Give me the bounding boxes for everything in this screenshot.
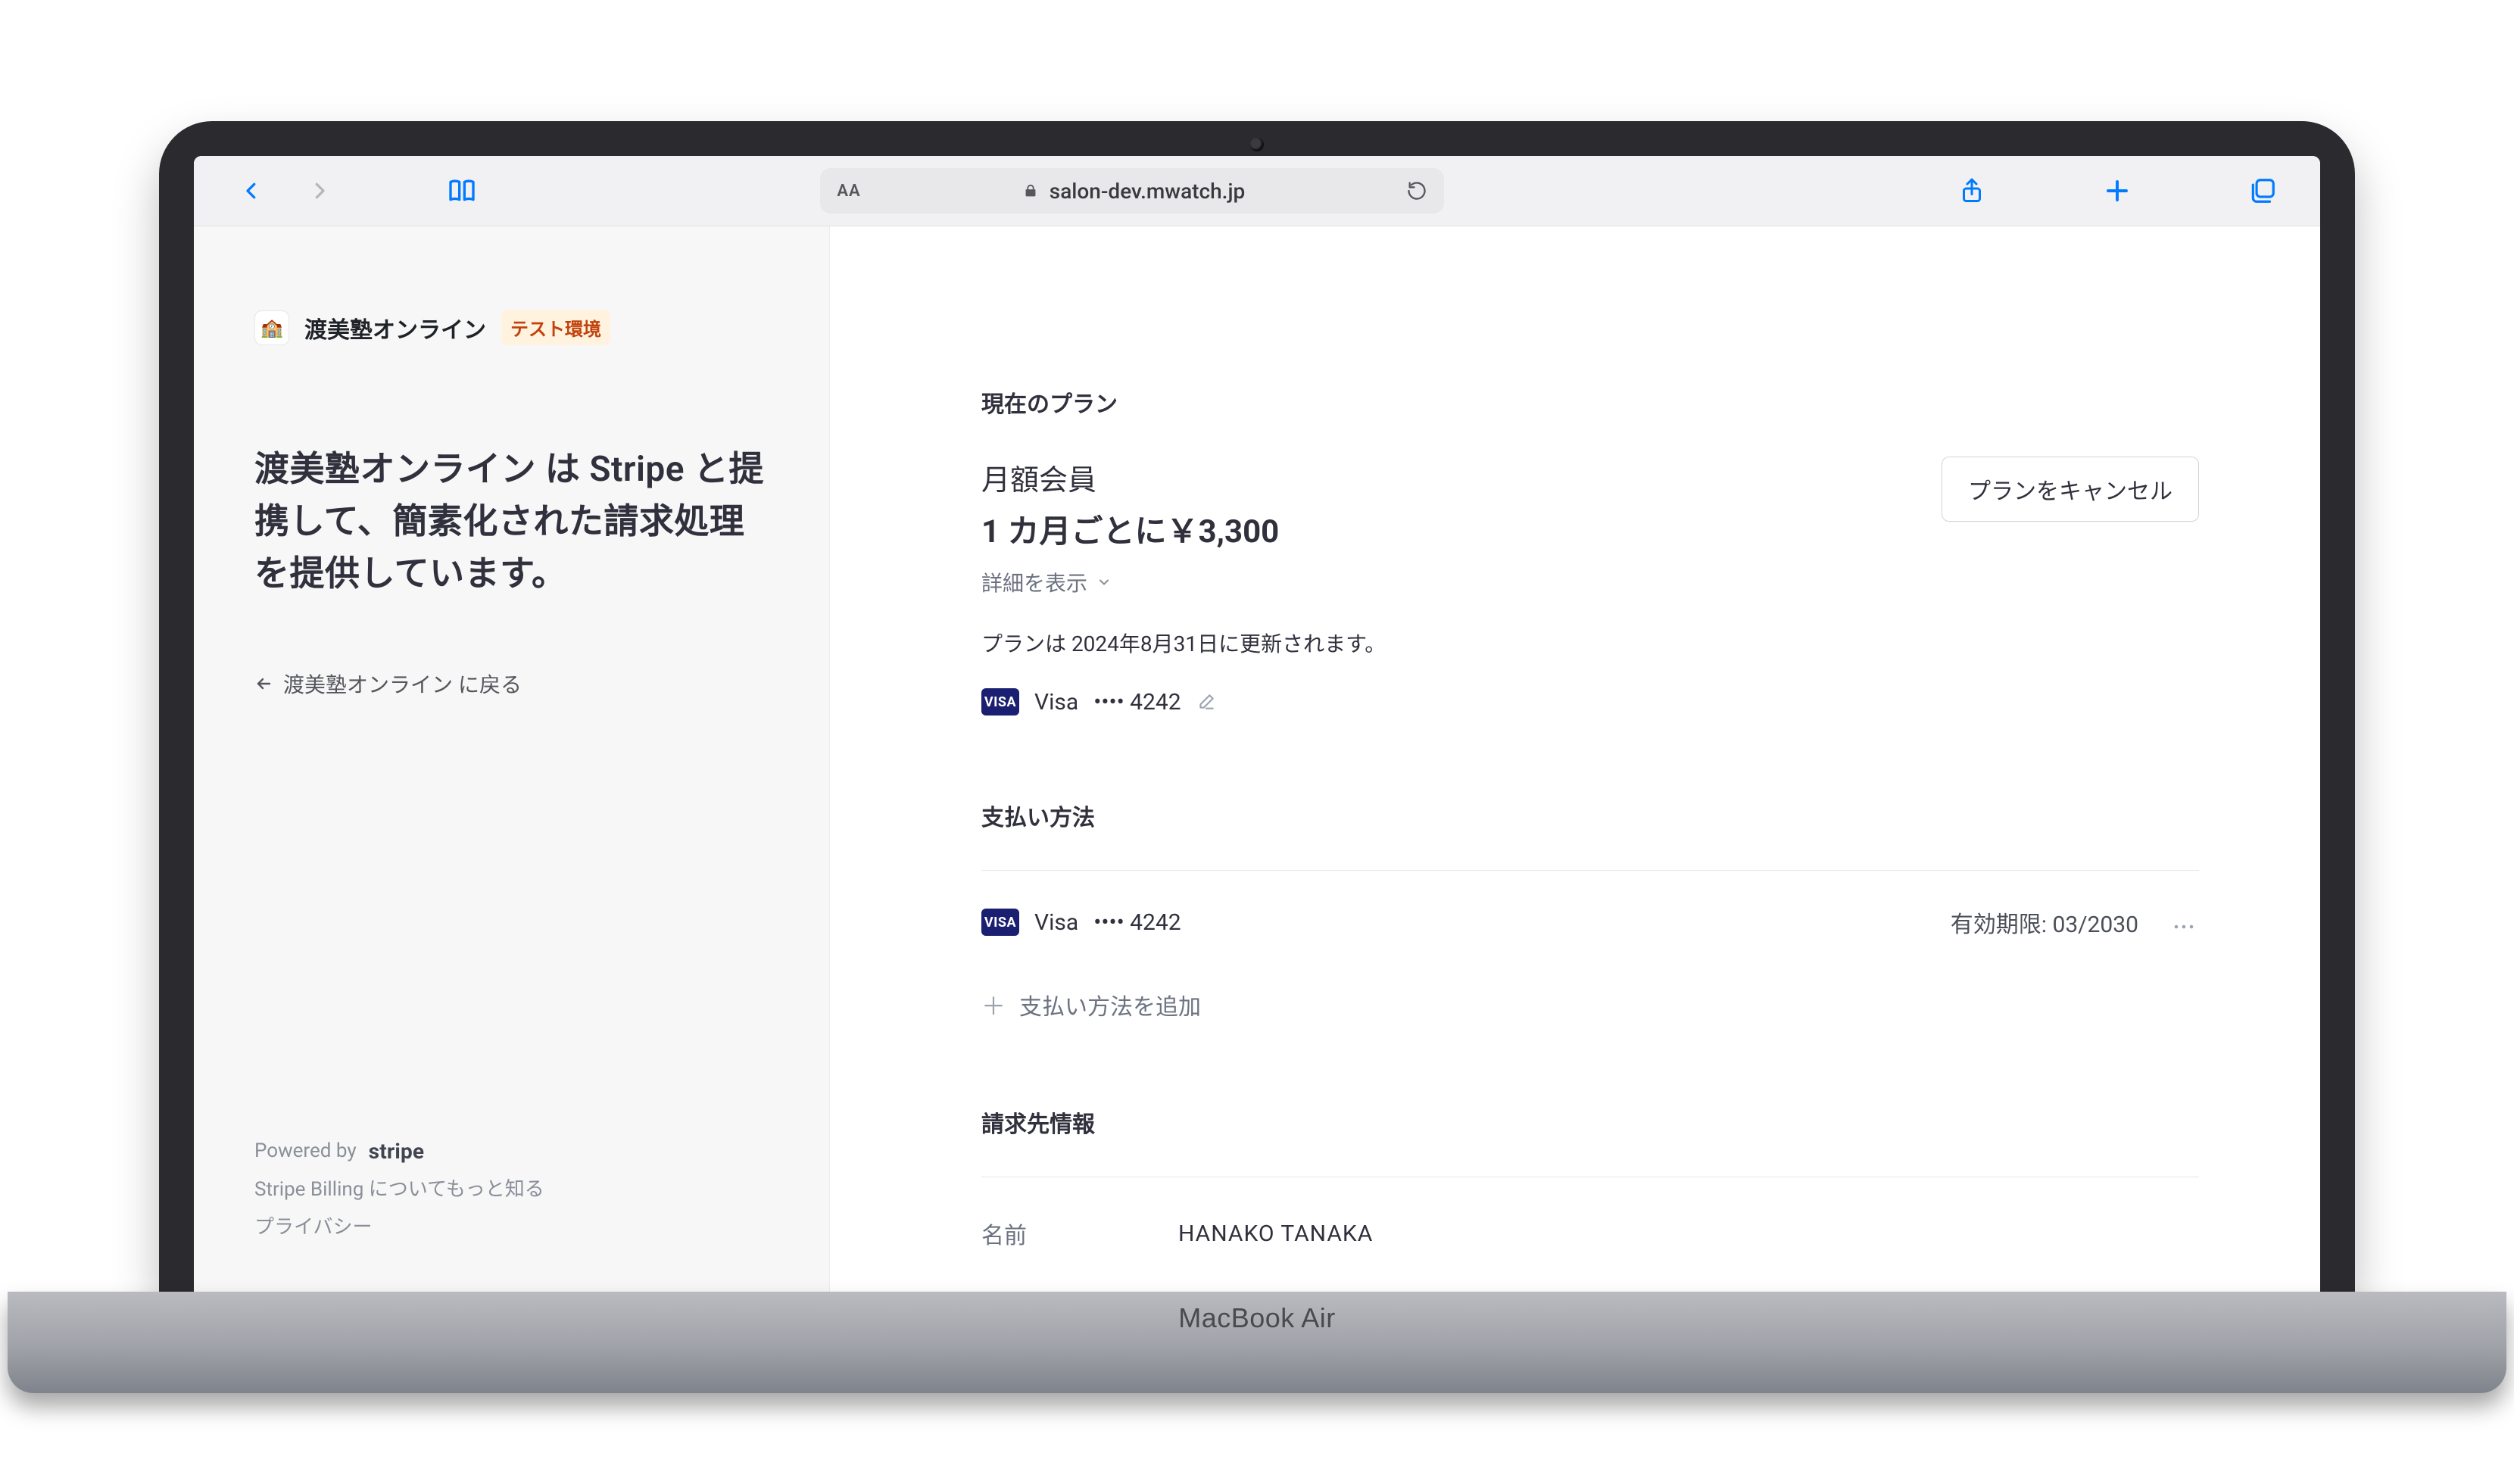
billing-name-value: HANAKO TANAKA [1178, 1221, 1373, 1247]
plan-price: 1 カ月ごとに￥3,300 [981, 506, 1386, 552]
card-brand: Visa [1034, 689, 1078, 716]
brand-name: 渡美塾オンライン [304, 311, 486, 344]
add-payment-method-label: 支払い方法を追加 [1019, 988, 1201, 1021]
edit-card-button[interactable] [1196, 692, 1216, 712]
powered-by-label: Powered by [254, 1133, 357, 1170]
cancel-plan-button[interactable]: プランをキャンセル [1942, 457, 2199, 522]
visa-badge-icon: VISA [981, 909, 1019, 936]
text-size-button[interactable]: AA [837, 182, 860, 201]
payment-method-row: VISA Visa •••• 4242 有効期限: 03/2030 [981, 903, 2199, 942]
book-icon [447, 176, 477, 206]
billing-name-label: 名前 [981, 1217, 1148, 1250]
browser-toolbar: AA salon-dev.mwatch.jp [194, 156, 2320, 226]
card-last4: •••• 4242 [1093, 689, 1181, 716]
chevron-left-icon [240, 176, 263, 206]
chevron-down-icon [1096, 575, 1112, 590]
forward-button[interactable] [292, 168, 347, 214]
visa-badge-icon: VISA [981, 688, 1019, 716]
share-icon [1958, 176, 1985, 206]
back-to-site-link[interactable]: 渡美塾オンライン に戻る [254, 669, 769, 699]
reading-list-button[interactable] [435, 168, 489, 214]
pm-expiry-value: 03/2030 [2052, 912, 2138, 938]
reload-button[interactable] [1406, 180, 1427, 201]
details-toggle[interactable]: 詳細を表示 [981, 567, 1386, 597]
plan-name: 月額会員 [981, 457, 1386, 498]
billing-name-row: 名前 HANAKO TANAKA [981, 1209, 2199, 1250]
add-payment-method[interactable]: ＋ 支払い方法を追加 [981, 987, 2199, 1022]
learn-more-link[interactable]: Stripe Billing についてもっと知る [254, 1171, 769, 1208]
pm-last4: •••• 4242 [1093, 909, 1181, 936]
pm-brand: Visa [1034, 909, 1078, 936]
payment-method-title: 支払い方法 [981, 799, 2199, 832]
device-label: MacBook Air [1178, 1302, 1336, 1334]
pm-expiry-label: 有効期限: [1951, 912, 2047, 938]
address-domain: salon-dev.mwatch.jp [1050, 179, 1245, 204]
sidebar-headline: 渡美塾オンライン は Stripe と提携して、簡素化された請求処理を提供してい… [254, 444, 769, 600]
tabs-button[interactable] [2235, 168, 2290, 214]
ellipsis-icon [2173, 923, 2194, 931]
details-toggle-label: 詳細を表示 [981, 567, 1087, 597]
chevron-right-icon [308, 176, 331, 206]
divider [981, 870, 2199, 871]
pencil-square-icon [1196, 692, 1216, 712]
tabs-icon [2248, 176, 2277, 205]
renewal-text: プランは 2024年8月31日に更新されます。 [981, 628, 1386, 658]
privacy-link[interactable]: プライバシー [254, 1209, 769, 1246]
plus-icon: ＋ [981, 987, 1006, 1022]
arrow-left-icon [254, 675, 273, 693]
lock-icon [1022, 182, 1039, 199]
billing-info-title: 請求先情報 [981, 1105, 2199, 1139]
camera-dot [1250, 138, 1264, 151]
share-button[interactable] [1945, 168, 1999, 214]
payment-method-actions[interactable] [2169, 907, 2199, 937]
laptop-base: MacBook Air [8, 1292, 2506, 1393]
env-badge: テスト環境 [501, 310, 610, 345]
address-bar[interactable]: AA salon-dev.mwatch.jp [820, 168, 1444, 214]
current-plan-title: 現在のプラン [981, 385, 2199, 419]
plus-icon [2104, 177, 2131, 204]
new-tab-button[interactable] [2090, 168, 2144, 214]
reload-icon [1406, 180, 1427, 201]
sidebar: 🏫 渡美塾オンライン テスト環境 渡美塾オンライン は Stripe と提携して… [194, 226, 830, 1292]
brand-logo: 🏫 [254, 310, 289, 345]
main-panel: 現在のプラン 月額会員 1 カ月ごとに￥3,300 詳細を表示 プランは 202… [830, 226, 2320, 1292]
back-button[interactable] [224, 168, 279, 214]
stripe-logo-text: stripe [369, 1131, 425, 1171]
back-link-label: 渡美塾オンライン に戻る [283, 669, 522, 699]
